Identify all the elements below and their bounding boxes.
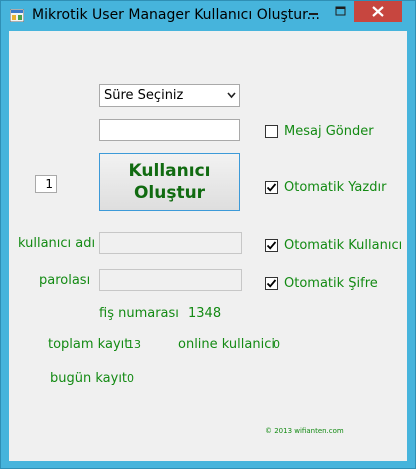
window-title: Mikrotik User Manager Kullanıcı Oluştur.… [32, 7, 320, 23]
password-input[interactable] [99, 269, 242, 291]
total-records-label: toplam kayıt [48, 337, 130, 352]
send-message-label: Mesaj Gönder [284, 124, 374, 139]
maximize-icon [335, 6, 346, 16]
form-client-area: Süre Seçiniz Mesaj Gönder Kullanıcı Oluş… [9, 31, 407, 461]
minimize-button[interactable] [300, 1, 327, 22]
count-input[interactable]: 1 [35, 175, 57, 193]
create-user-button-line2: Oluştur [133, 183, 206, 203]
today-records-value: 0 [127, 372, 134, 385]
copyright-text: © 2013 wifianten.com [265, 427, 344, 435]
chevron-down-icon [227, 92, 236, 99]
total-records-value: 13 [127, 338, 141, 351]
online-users-value: 0 [273, 338, 280, 351]
minimize-icon [309, 13, 318, 15]
checkmark-icon [266, 241, 277, 250]
close-button[interactable] [354, 1, 402, 22]
auto-print-checkbox[interactable] [265, 181, 278, 194]
duration-select-value: Süre Seçiniz [104, 88, 184, 103]
auto-password-checkbox[interactable] [265, 277, 278, 290]
auto-user-label: Otomatik Kullanıcı [284, 238, 403, 253]
app-window: Mikrotik User Manager Kullanıcı Oluştur.… [0, 0, 416, 469]
receipt-number-value: 1348 [188, 306, 222, 321]
close-icon [372, 6, 384, 17]
create-user-button[interactable]: Kullanıcı Oluştur [99, 153, 240, 211]
message-input[interactable] [99, 119, 240, 141]
auto-password-label: Otomatik Şifre [284, 276, 378, 291]
username-label: kullanıcı adı [18, 236, 96, 251]
password-label: parolası [39, 273, 91, 288]
checkmark-icon [266, 183, 277, 192]
receipt-number-label: fiş numarası [99, 306, 179, 321]
username-input[interactable] [99, 232, 242, 254]
title-bar[interactable]: Mikrotik User Manager Kullanıcı Oluştur.… [1, 1, 415, 31]
auto-print-label: Otomatik Yazdır [284, 180, 387, 195]
app-icon [10, 9, 24, 22]
create-user-button-line1: Kullanıcı [128, 161, 211, 181]
send-message-checkbox[interactable] [265, 125, 278, 138]
duration-select[interactable]: Süre Seçiniz [99, 84, 240, 107]
today-records-label: bugün kayıt [50, 371, 128, 386]
checkmark-icon [266, 279, 277, 288]
maximize-button[interactable] [328, 1, 353, 22]
online-users-label: online kullanici [178, 337, 275, 352]
auto-user-checkbox[interactable] [265, 239, 278, 252]
